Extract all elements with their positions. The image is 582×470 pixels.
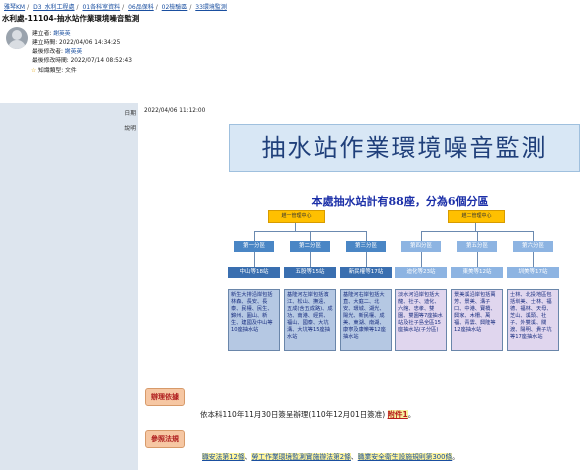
content-banner: 抽水站作業環境噪音監測 <box>229 124 580 172</box>
station-count: 新民權等17站 <box>340 267 392 278</box>
connector <box>310 252 311 267</box>
date-label: 日期 <box>124 111 136 117</box>
org-chart-subtitle: 本處抽水站計有88座，分為6個分區 <box>311 195 489 208</box>
station-count: 圳美等17站 <box>507 267 559 278</box>
breadcrumb-item[interactable]: 06品保科 <box>128 4 154 11</box>
management-center: 趙二管理中心 <box>448 210 505 223</box>
breadcrumb-item[interactable]: 02檢驗區 <box>162 4 188 11</box>
basis-tag: 辦理依據 <box>145 388 185 406</box>
breadcrumb-item[interactable]: 33環境監測 <box>195 4 227 11</box>
zone-area-description: 景美溪沿岸包括萬芳、景美、溝子口、中港、寶橋、興家、木柵、萬福、青雲、興隆等12… <box>451 289 503 351</box>
connector <box>310 231 311 241</box>
breadcrumb: 雅琴KM / D3_水利工程處/ 01各科室資料/ 06品保科/ 02檢驗區/ 3… <box>4 4 227 11</box>
basis-text: 依本科110年11月30日簽呈辦理(110年12月01日簽准) 附件1。 <box>200 410 416 419</box>
connector <box>366 252 367 267</box>
zone-area-description: 士林、北投地區包括圳美、士林、福德、福林、天母、芝山、溪頭、社子、外雙溪、關渡、… <box>507 289 559 351</box>
management-center: 趙一管理中心 <box>268 210 325 223</box>
zone-box: 第四分區 <box>401 241 441 252</box>
law-link[interactable]: 勞工作業環境監測實施辦法第2條 <box>251 453 351 461</box>
meta-created-time: 建立時間: 2022/04/06 14:34:25 <box>32 40 121 46</box>
law-link[interactable]: 職安法第12條 <box>202 453 245 461</box>
breadcrumb-item[interactable]: D3_水利工程處 <box>33 4 74 11</box>
zone-box: 第六分區 <box>513 241 553 252</box>
connector <box>254 231 255 241</box>
star-icon: ☆ <box>31 68 37 74</box>
station-count: 中山等18站 <box>228 267 280 278</box>
connector <box>254 252 255 267</box>
date-value: 2022/04/06 11:12:00 <box>144 108 206 114</box>
breadcrumb-item[interactable]: 雅琴KM <box>4 4 25 11</box>
meta-modified-time: 最後修改時間: 2022/07/14 08:52:43 <box>32 58 132 64</box>
laws-tag: 參照法規 <box>145 430 185 448</box>
zone-box: 第一分區 <box>234 241 274 252</box>
connector <box>421 252 422 267</box>
zone-area-description: 基隆河右岸包括大直、大庭二、北安、環城、湖光、陽光、新民權、成美、東湖、南湖、康… <box>340 289 392 351</box>
zone-box: 第三分區 <box>346 241 386 252</box>
station-count: 迪化等23站 <box>395 267 447 278</box>
page-title: 水利處-11104-抽水站作業環境噪音監測 <box>2 14 140 23</box>
avatar[interactable] <box>6 27 28 49</box>
station-count: 東美等12站 <box>451 267 503 278</box>
breadcrumb-item[interactable]: 01各科室資料 <box>82 4 120 11</box>
zone-area-description: 淡水河沿岸包括大龍、社子、迪化、六館、忠孝、雙園、雙園等7座抽水站及社子島全區1… <box>395 289 447 351</box>
connector <box>477 231 478 241</box>
laws-list: 職安法第12條、勞工作業環境監測實施辦法第2條、職業安全衛生設施規則第300條。 <box>202 453 460 461</box>
knowledge-type: ☆ 知識類型: 文件 <box>31 68 77 74</box>
connector <box>421 231 422 241</box>
zone-box: 第五分區 <box>457 241 497 252</box>
description-label: 說明 <box>124 126 136 132</box>
connector <box>477 252 478 267</box>
zone-box: 第二分區 <box>290 241 330 252</box>
zone-area-description: 基隆河左岸包括濱江、松山、撫遠、五成(含五成路)、成功、南港、經貿、福山、國泰、… <box>284 289 336 351</box>
field-label-panel <box>0 103 138 470</box>
connector <box>366 231 367 241</box>
law-link[interactable]: 職業安全衛生設施規則第300條 <box>357 453 453 461</box>
zone-area-description: 新生大排沿岸包括林森、長安、長泰、民權、民生、錦州、圓山、新生、建國及中山等10… <box>228 289 280 351</box>
meta-created-by: 建立者: 謝英英 <box>32 31 71 37</box>
station-count: 五股等15站 <box>284 267 336 278</box>
meta-modified-by: 最後修改者: 謝英英 <box>32 49 83 55</box>
attachment-link[interactable]: 附件1 <box>387 410 408 419</box>
connector <box>533 231 534 241</box>
connector <box>533 252 534 267</box>
